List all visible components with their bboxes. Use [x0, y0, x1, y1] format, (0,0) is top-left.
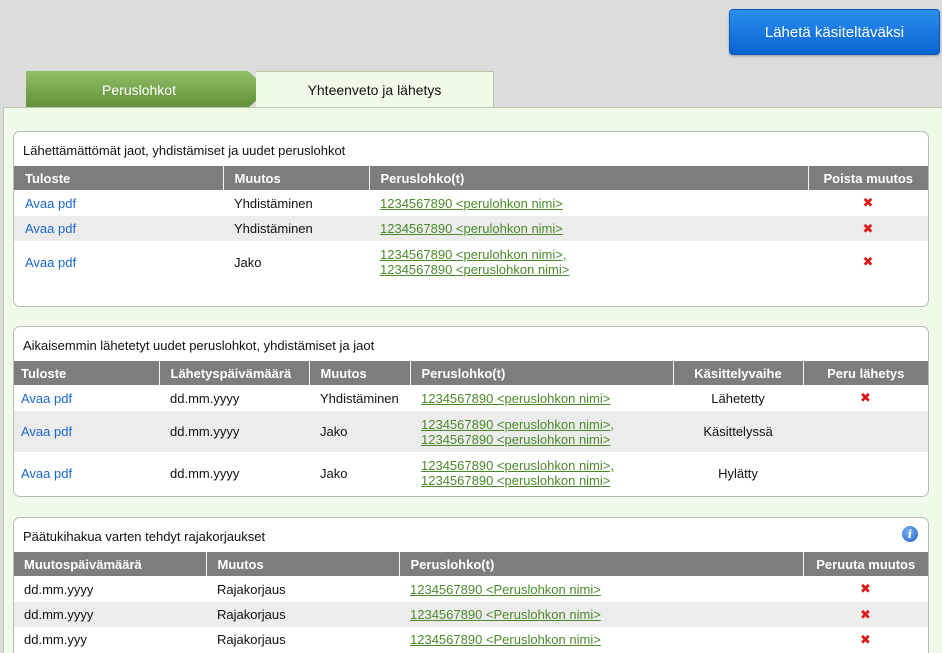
column-header: Tuloste — [14, 361, 160, 385]
parcel-link[interactable]: 1234567890 <peruslohkon nimi> — [421, 432, 610, 447]
parcel-link[interactable]: 1234567890 <peruslohkon nimi> — [421, 473, 610, 488]
cancel-send-icon[interactable]: ✖ — [860, 390, 871, 405]
undo-change-icon[interactable]: ✖ — [860, 632, 871, 647]
column-header: Muutos — [206, 552, 400, 576]
boundary-corrections-table: Muutospäivämäärä Muutos Peruslohko(t) Pe… — [14, 552, 928, 652]
open-pdf-link[interactable]: Avaa pdf — [21, 391, 72, 406]
column-header: Muutos — [223, 166, 370, 190]
main-content: Lähettämättömät jaot, yhdistämiset ja uu… — [3, 107, 942, 653]
parcel-link[interactable]: 1234567890 <peruslohkon nimi>, — [421, 458, 614, 473]
send-for-processing-button[interactable]: Lähetä käsiteltäväksi — [729, 9, 940, 55]
open-pdf-link[interactable]: Avaa pdf — [21, 466, 72, 481]
parcel-link[interactable]: 1234567890 <peruslohkon nimi> — [421, 391, 610, 406]
change-type: Yhdistäminen — [320, 390, 399, 406]
open-pdf-link[interactable]: Avaa pdf — [25, 196, 76, 211]
change-type: Yhdistäminen — [234, 195, 313, 211]
change-type: Rajakorjaus — [217, 632, 286, 647]
column-header: Käsittelyvaihe — [673, 361, 804, 385]
panel-title: Aikaisemmin lähetetyt uudet peruslohkot,… — [23, 338, 375, 353]
processing-status: Hylätty — [718, 465, 758, 481]
table-row: Avaa pdf dd.mm.yyyy Yhdistäminen 1234567… — [14, 385, 928, 411]
table-row: Avaa pdf dd.mm.yyyy Jako 1234567890 <per… — [14, 452, 928, 494]
parcel-link[interactable]: 1234567890 <perulohkon nimi> — [380, 221, 563, 236]
unsent-changes-table: Tuloste Muutos Peruslohko(t) Poista muut… — [14, 166, 928, 283]
parcel-link[interactable]: 1234567890 <perulohkon nimi>, — [380, 247, 566, 262]
table-row: dd.mm.yyy Rajakorjaus 1234567890 <Perusl… — [14, 627, 928, 652]
column-header: Poista muutos — [808, 166, 928, 190]
processing-status: Käsittelyssä — [673, 411, 803, 452]
send-date: dd.mm.yyyy — [170, 465, 240, 481]
column-header: Muutos — [309, 361, 411, 385]
open-pdf-link[interactable]: Avaa pdf — [25, 221, 76, 236]
panel-title: Lähettämättömät jaot, yhdistämiset ja uu… — [23, 143, 346, 158]
table-row: Avaa pdf dd.mm.yyyy Jako 1234567890 <per… — [14, 411, 928, 452]
undo-change-icon[interactable]: ✖ — [860, 607, 871, 622]
column-header: Lähetyspäivämäärä — [159, 361, 310, 385]
column-header: Muutospäivämäärä — [14, 552, 207, 576]
send-date: dd.mm.yyyy — [159, 411, 309, 452]
change-type: Rajakorjaus — [217, 581, 286, 597]
parcel-link[interactable]: 1234567890 <Peruslohkon nimi> — [410, 607, 601, 622]
parcel-link[interactable]: 1234567890 <perulohkon nimi> — [380, 196, 563, 211]
table-row: Avaa pdf Jako 1234567890 <perulohkon nim… — [14, 241, 928, 283]
tab-label: Peruslohkot — [102, 81, 176, 98]
change-date: dd.mm.yyyy — [14, 602, 206, 627]
tab-yhteenveto[interactable]: Yhteenveto ja lähetys — [256, 71, 494, 108]
parcel-link[interactable]: 1234567890 <Peruslohkon nimi> — [410, 632, 601, 647]
remove-change-icon[interactable]: ✖ — [863, 254, 874, 269]
parcel-link[interactable]: 1234567890 <peruslohkon nimi> — [380, 262, 569, 277]
parcel-link[interactable]: 1234567890 <peruslohkon nimi>, — [421, 417, 614, 432]
table-row: Avaa pdf Yhdistäminen 1234567890 <perulo… — [14, 216, 928, 241]
remove-change-icon[interactable]: ✖ — [863, 195, 874, 210]
sent-changes-table: Tuloste Lähetyspäivämäärä Muutos Peruslo… — [14, 361, 928, 494]
send-date: dd.mm.yyyy — [170, 390, 240, 406]
change-type: Jako — [234, 254, 262, 270]
change-date: dd.mm.yyyy — [24, 581, 94, 597]
open-pdf-link[interactable]: Avaa pdf — [21, 424, 72, 439]
column-header: Peruslohko(t) — [369, 166, 809, 190]
remove-change-icon[interactable]: ✖ — [863, 221, 874, 236]
open-pdf-link[interactable]: Avaa pdf — [25, 255, 76, 270]
column-header: Peruslohko(t) — [399, 552, 804, 576]
change-date: dd.mm.yyy — [24, 632, 87, 647]
column-header: Peru lähetys — [803, 361, 928, 385]
tab-peruslohkot[interactable]: Peruslohkot — [26, 71, 268, 108]
table-row: dd.mm.yyyy Rajakorjaus 1234567890 <Perus… — [14, 576, 928, 602]
change-type: Jako — [320, 465, 348, 481]
panel-title: Päätukihakua varten tehdyt rajakorjaukse… — [14, 518, 928, 552]
sent-changes-panel: Aikaisemmin lähetetyt uudet peruslohkot,… — [13, 326, 929, 497]
column-header: Peruuta muutos — [803, 552, 928, 576]
panel-title-text: Päätukihakua varten tehdyt rajakorjaukse… — [23, 529, 266, 544]
change-type: Rajakorjaus — [206, 602, 399, 627]
unsent-changes-panel: Lähettämättömät jaot, yhdistämiset ja uu… — [13, 131, 929, 307]
processing-status: Lähetetty — [711, 390, 765, 406]
table-row: dd.mm.yyyy Rajakorjaus 1234567890 <Perus… — [14, 602, 928, 627]
info-icon[interactable]: i — [902, 526, 918, 542]
column-header: Tuloste — [14, 166, 224, 190]
table-row: Avaa pdf Yhdistäminen 1234567890 <perulo… — [14, 190, 928, 216]
boundary-corrections-panel: Päätukihakua varten tehdyt rajakorjaukse… — [13, 517, 929, 653]
change-type: Yhdistäminen — [223, 216, 369, 241]
change-type: Jako — [309, 411, 410, 452]
column-header: Peruslohko(t) — [410, 361, 674, 385]
parcel-link[interactable]: 1234567890 <Peruslohkon nimi> — [410, 582, 601, 597]
undo-change-icon[interactable]: ✖ — [860, 581, 871, 596]
